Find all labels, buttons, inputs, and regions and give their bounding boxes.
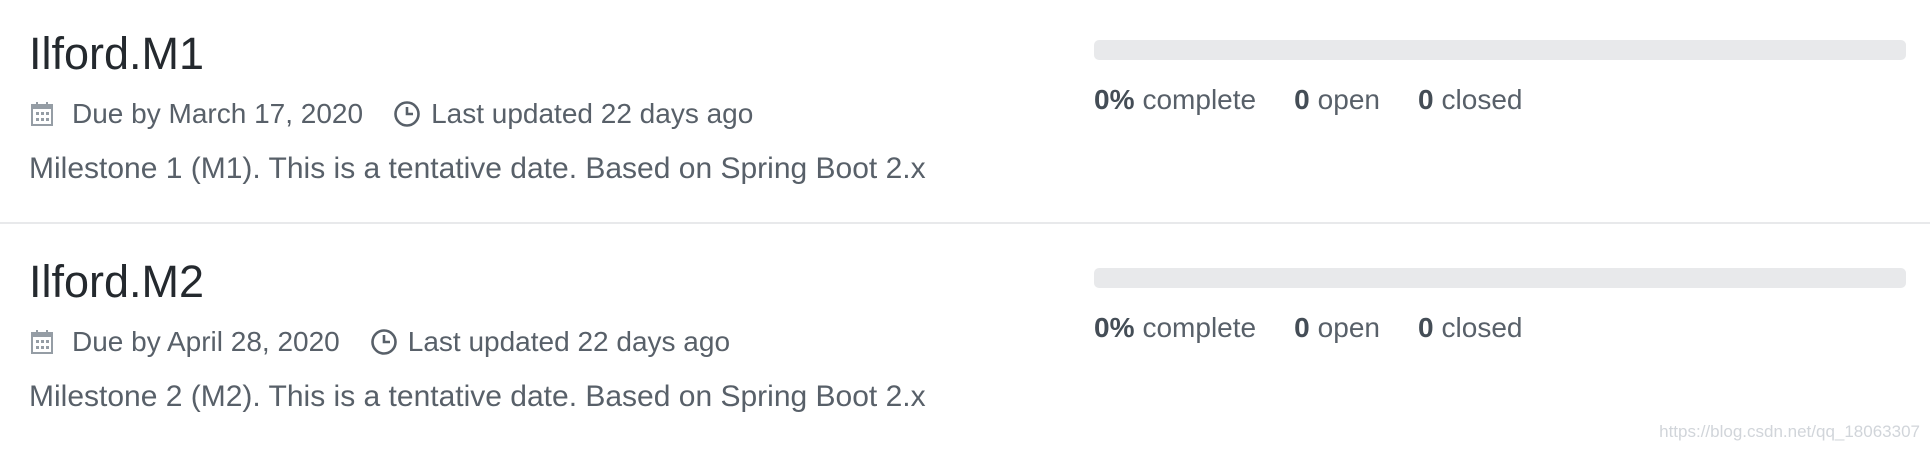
stat-complete: 0% complete (1094, 84, 1256, 116)
open-label: open (1317, 84, 1380, 115)
closed-count: 0 (1417, 312, 1434, 343)
closed-label: closed (1441, 312, 1523, 343)
milestone-stats: 0% complete 0 open 0 closed (1094, 80, 1522, 120)
due-date-text: Due by March 17, 2020 (72, 98, 364, 129)
stat-closed-link[interactable]: 0 closed (1418, 312, 1523, 344)
last-updated: Last updated 22 days ago (393, 98, 753, 130)
milestone-description: Milestone 1 (M1). This is a tentative da… (29, 152, 926, 185)
milestone-item: Ilford.M1 Due by March 17, 2020 Last upd… (0, 0, 1930, 224)
milestone-title[interactable]: Ilford.M1 (29, 26, 204, 82)
divider (0, 222, 1930, 224)
closed-count: 0 (1417, 84, 1434, 115)
last-updated: Last updated 22 days ago (370, 326, 730, 358)
milestone-title[interactable]: Ilford.M2 (29, 254, 204, 310)
calendar-icon (31, 102, 53, 126)
complete-percent: 0% (1094, 84, 1135, 115)
last-updated-text: Last updated 22 days ago (431, 98, 754, 129)
last-updated-text: Last updated 22 days ago (407, 326, 731, 357)
watermark: https://blog.csdn.net/qq_18063307 (1659, 422, 1920, 441)
stat-complete: 0% complete (1094, 312, 1256, 344)
stat-open-link[interactable]: 0 open (1294, 312, 1380, 344)
closed-label: closed (1441, 84, 1523, 115)
clock-icon (394, 101, 420, 127)
calendar-icon (31, 330, 53, 354)
complete-label: complete (1142, 84, 1257, 115)
progress-bar (1094, 40, 1906, 60)
due-date-text: Due by April 28, 2020 (72, 326, 340, 357)
due-date: Due by April 28, 2020 (30, 326, 340, 358)
due-date: Due by March 17, 2020 (30, 98, 363, 130)
open-count: 0 (1294, 84, 1310, 115)
milestone-item: Ilford.M2 Due by April 28, 2020 Last upd… (0, 228, 1930, 450)
open-label: open (1317, 312, 1380, 343)
open-count: 0 (1294, 312, 1310, 343)
milestone-description: Milestone 2 (M2). This is a tentative da… (29, 380, 926, 413)
milestone-stats: 0% complete 0 open 0 closed (1094, 308, 1522, 348)
milestone-meta: Due by April 28, 2020 Last updated 22 da… (30, 322, 730, 362)
progress-bar (1094, 268, 1906, 288)
complete-percent: 0% (1094, 312, 1135, 343)
clock-icon (370, 329, 397, 355)
stat-closed-link[interactable]: 0 closed (1418, 84, 1523, 116)
stat-open-link[interactable]: 0 open (1294, 84, 1380, 116)
milestone-meta: Due by March 17, 2020 Last updated 22 da… (30, 94, 753, 134)
complete-label: complete (1142, 312, 1257, 343)
